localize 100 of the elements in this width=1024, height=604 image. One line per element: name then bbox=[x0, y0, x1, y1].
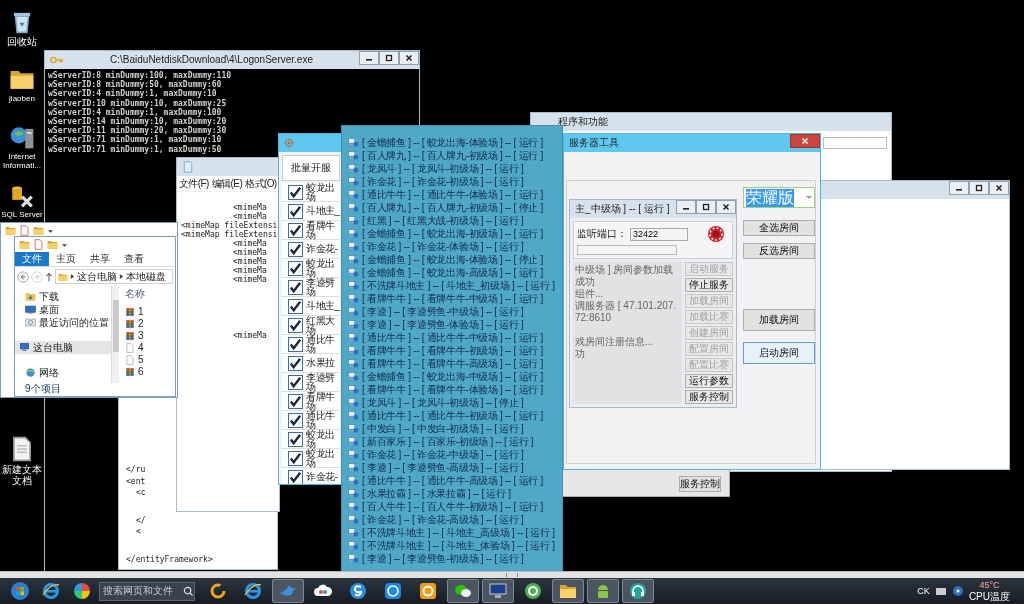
file-item[interactable]: 6 bbox=[125, 366, 175, 378]
room-entry[interactable]: [ 李逵 ] -- [ 李逵劈鱼-初级场 ] -- [ 运行 ] bbox=[362, 552, 524, 565]
menu-item[interactable]: 编辑(E) bbox=[211, 177, 243, 190]
room-entry[interactable]: [ 百人牌九 ] -- [ 百人牌九-初级场 ] -- [ 运行 ] bbox=[362, 149, 543, 162]
room-entry[interactable]: [ 龙凤斗 ] -- [ 龙凤斗-初级场 ] -- [ 停止 ] bbox=[362, 396, 524, 409]
icon-label[interactable]: Internet Informati... bbox=[0, 152, 44, 170]
taskbar-button[interactable] bbox=[622, 579, 654, 603]
service-control-button[interactable]: 服务控制 bbox=[679, 476, 721, 492]
search-field[interactable]: 搜索网页和文件 bbox=[99, 581, 195, 601]
checkbox[interactable] bbox=[288, 241, 303, 257]
tab[interactable]: 批量开服 bbox=[282, 155, 340, 181]
keyboard-icon[interactable] bbox=[934, 585, 947, 597]
close-button[interactable] bbox=[989, 181, 1009, 195]
room-entry[interactable]: [ 看牌牛牛 ] -- [ 看牌牛牛-初级场 ] -- [ 运行 ] bbox=[362, 344, 543, 357]
room-entry[interactable]: [ 看牌牛牛 ] -- [ 看牌牛牛-中级场 ] -- [ 运行 ] bbox=[362, 292, 543, 305]
checkbox[interactable] bbox=[288, 184, 303, 200]
room-entry[interactable]: [ 诈金花 ] -- [ 诈金花-高级场 ] -- [ 运行 ] bbox=[362, 513, 524, 526]
room-entry[interactable]: [ 百人牌九 ] -- [ 百人牌九-初级场 ] -- [ 停止 ] bbox=[362, 201, 543, 214]
file-item[interactable]: 2 bbox=[125, 318, 175, 330]
ribbon-tab[interactable]: 主页 bbox=[49, 252, 83, 266]
taskbar-button[interactable] bbox=[447, 579, 479, 603]
room-entry[interactable]: [ 看牌牛牛 ] -- [ 看牌牛牛-体验场 ] -- [ 运行 ] bbox=[362, 383, 543, 396]
checkbox[interactable] bbox=[288, 469, 303, 484]
column-header[interactable]: 名称 bbox=[125, 286, 175, 302]
input-field[interactable] bbox=[577, 245, 677, 255]
checkbox[interactable] bbox=[288, 431, 303, 447]
maximize-button[interactable] bbox=[696, 200, 716, 214]
room-entry[interactable]: [ 不洗牌斗地主 ] -- [ 斗地主_初级场 ] -- [ 运行 ] bbox=[362, 279, 555, 292]
nav-item[interactable]: 这台电脑 bbox=[15, 341, 111, 354]
checkbox[interactable] bbox=[288, 222, 303, 238]
address-bar[interactable]: 这台电脑 本地磁盘 bbox=[55, 269, 173, 284]
room-entry[interactable]: [ 金蟾捕鱼 ] -- [ 蛟龙出海-高级场 ] -- [ 运行 ] bbox=[362, 266, 543, 279]
room-entry[interactable]: [ 中发白 ] -- [ 中发白-初级场 ] -- [ 运行 ] bbox=[362, 422, 524, 435]
edition-select[interactable]: 荣耀版 bbox=[743, 187, 815, 208]
action-button[interactable]: 加载房间 bbox=[743, 309, 815, 331]
room-entry[interactable]: [ 水果拉霸 ] -- [ 水果拉霸 ] -- [ 运行 ] bbox=[362, 487, 511, 500]
path-segment[interactable]: 本地磁盘 bbox=[126, 270, 166, 283]
globe-server-icon[interactable] bbox=[9, 124, 35, 150]
room-entry[interactable]: [ 看牌牛牛 ] -- [ 看牌牛牛-高级场 ] -- [ 运行 ] bbox=[362, 357, 543, 370]
room-entry[interactable]: [ 龙凤斗 ] -- [ 龙凤斗-初级场 ] -- [ 运行 ] bbox=[362, 162, 524, 175]
minimize-button[interactable] bbox=[676, 200, 696, 214]
room-entry[interactable]: [ 通比牛牛 ] -- [ 通比牛牛-高级场 ] -- [ 运行 ] bbox=[362, 474, 543, 487]
scrollbar[interactable] bbox=[111, 286, 119, 383]
action-button[interactable]: 全选房间 bbox=[743, 220, 815, 236]
room-entry[interactable]: [ 不洗牌斗地主 ] -- [ 斗地主_体验场 ] -- [ 运行 ] bbox=[362, 539, 555, 552]
nav-item[interactable]: 最近访问的位置 bbox=[15, 316, 111, 329]
file-item[interactable]: 1 bbox=[125, 306, 175, 318]
caret-icon[interactable] bbox=[806, 196, 812, 199]
checkbox[interactable] bbox=[288, 203, 303, 219]
checkbox[interactable] bbox=[288, 336, 303, 352]
action-button[interactable]: 反选房间 bbox=[743, 243, 815, 259]
checkbox[interactable] bbox=[288, 355, 303, 371]
room-entry[interactable]: [ 诈金花 ] -- [ 诈金花-体验场 ] -- [ 运行 ] bbox=[362, 240, 524, 253]
search-field[interactable] bbox=[823, 137, 887, 149]
file-item[interactable]: 5 bbox=[125, 354, 175, 366]
back-icon[interactable] bbox=[17, 270, 29, 283]
room-entry[interactable]: [ 诈金花 ] -- [ 诈金花-初级场 ] -- [ 运行 ] bbox=[362, 175, 524, 188]
search-icon[interactable] bbox=[183, 585, 194, 597]
tray-label[interactable]: CK bbox=[917, 585, 930, 597]
room-entry[interactable]: [ 李逵 ] -- [ 李逵劈鱼-中级场 ] -- [ 运行 ] bbox=[362, 305, 524, 318]
checkbox[interactable] bbox=[288, 374, 303, 390]
port-field[interactable]: 32422 bbox=[630, 227, 688, 241]
room-entry[interactable]: [ 金蟾捕鱼 ] -- [ 蛟龙出海-体验场 ] -- [ 运行 ] bbox=[362, 136, 543, 149]
nav-item[interactable]: 桌面 bbox=[15, 303, 111, 316]
action-button[interactable]: 服务控制 bbox=[685, 390, 733, 404]
checkbox[interactable] bbox=[288, 260, 303, 276]
room-entry[interactable]: [ 李逵 ] -- [ 李逵劈鱼-高级场 ] -- [ 运行 ] bbox=[362, 461, 524, 474]
menu-item[interactable]: 文件(F) bbox=[179, 177, 209, 190]
close-button[interactable] bbox=[399, 51, 419, 65]
checkbox[interactable] bbox=[288, 279, 303, 295]
checkbox[interactable] bbox=[288, 412, 303, 428]
scrollbar[interactable] bbox=[0, 571, 1024, 578]
room-entry[interactable]: [ 通比牛牛 ] -- [ 通比牛牛-初级场 ] -- [ 运行 ] bbox=[362, 409, 543, 422]
checkbox[interactable] bbox=[288, 393, 303, 409]
path-segment[interactable]: 这台电脑 bbox=[77, 270, 117, 283]
room-entry[interactable]: [ 金蟾捕鱼 ] -- [ 蛟龙出海-中级场 ] -- [ 运行 ] bbox=[362, 370, 543, 383]
ribbon-tab[interactable]: 文件 bbox=[15, 252, 49, 266]
minimize-button[interactable] bbox=[359, 51, 379, 65]
icon-label[interactable]: SQL Server bbox=[0, 210, 44, 219]
maximize-button[interactable] bbox=[379, 51, 399, 65]
action-button[interactable]: 停止服务 bbox=[685, 278, 733, 292]
room-entry[interactable]: [ 通比牛牛 ] -- [ 通比牛牛-体验场 ] -- [ 运行 ] bbox=[362, 188, 543, 201]
ribbon-tab[interactable]: 共享 bbox=[83, 252, 117, 266]
icon-label[interactable]: jiaoben bbox=[0, 94, 44, 103]
close-button[interactable] bbox=[716, 200, 736, 214]
action-button[interactable]: 运行参数 bbox=[685, 374, 733, 388]
help-icon[interactable] bbox=[951, 585, 964, 597]
file-item[interactable]: 4 bbox=[125, 342, 175, 354]
room-entry[interactable]: [ 百人牛牛 ] -- [ 百人牛牛-初级场 ] -- [ 运行 ] bbox=[362, 500, 543, 513]
maximize-button[interactable] bbox=[969, 181, 989, 195]
minimize-button[interactable] bbox=[949, 181, 969, 195]
room-entry[interactable]: [ 李逵 ] -- [ 李逵劈鱼-体验场 ] -- [ 运行 ] bbox=[362, 318, 524, 331]
checkbox[interactable] bbox=[288, 298, 303, 314]
room-entry[interactable]: [ 不洗牌斗地主 ] -- [ 斗地主_高级场 ] -- [ 运行 ] bbox=[362, 526, 555, 539]
room-entry[interactable]: [ 通比牛牛 ] -- [ 通比牛牛-中级场 ] -- [ 运行 ] bbox=[362, 331, 543, 344]
icon-label[interactable]: 新建文本文档 bbox=[0, 464, 44, 486]
up-arrow-icon[interactable] bbox=[45, 270, 53, 283]
ribbon-tab[interactable]: 查看 bbox=[117, 252, 151, 266]
room-entry[interactable]: [ 金蟾捕鱼 ] -- [ 蛟龙出海-初级场 ] -- [ 运行 ] bbox=[362, 227, 543, 240]
room-entry[interactable]: [ 金蟾捕鱼 ] -- [ 蛟龙出海-体验场 ] -- [ 停止 ] bbox=[362, 253, 543, 266]
